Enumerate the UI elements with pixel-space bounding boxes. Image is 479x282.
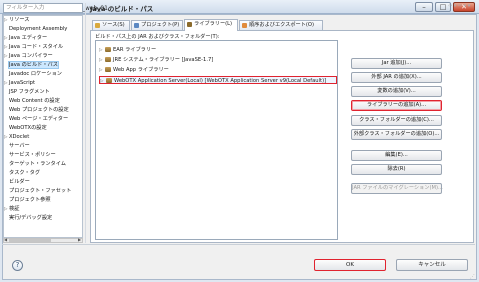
tree-item[interactable]: サービス・ポリシー xyxy=(4,151,82,159)
library-icon xyxy=(105,67,111,72)
tree-item[interactable]: ▷ Java コード・スタイル xyxy=(4,43,82,51)
source-folder-icon xyxy=(95,23,100,28)
migrate-jar-button[interactable]: JAR ファイルのマイグレーション(M)... xyxy=(351,183,443,194)
tree-item[interactable]: Deployment Assembly xyxy=(4,25,82,33)
add-jars-button[interactable]: Jar 追加(J)... xyxy=(351,58,442,69)
project-icon xyxy=(134,23,139,28)
tree-item[interactable]: ▷ XDoclet xyxy=(4,133,82,141)
library-icon xyxy=(106,78,112,83)
cancel-button[interactable]: キャンセル xyxy=(396,259,468,271)
footer-divider xyxy=(2,244,475,245)
tree-item[interactable]: ビルダー xyxy=(4,178,82,186)
libraries-label: ビルド・パス上の JAR およびクラス・フォルダー(T): xyxy=(95,34,220,40)
order-export-icon xyxy=(242,23,247,28)
library-item[interactable]: ▷ EAR ライブラリー xyxy=(99,46,337,54)
library-item-webotx[interactable]: ▷ WebOTX Application Server(Local) [WebOT… xyxy=(99,76,337,84)
tree-item[interactable]: ▷ JavaScript xyxy=(4,79,82,87)
library-icon xyxy=(187,22,192,27)
resize-grip-icon[interactable]: ⋰ xyxy=(470,274,475,280)
ok-button[interactable]: OK xyxy=(314,259,386,271)
tree-item[interactable]: ▷ Java エディター xyxy=(4,34,82,42)
add-variable-button[interactable]: 変数の追加(V)... xyxy=(351,86,442,97)
tree-item-java-build-path[interactable]: Java のビルド・パス xyxy=(4,61,82,69)
scroll-right-icon[interactable]: ▶ xyxy=(78,237,81,242)
scroll-left-icon[interactable]: ◀ xyxy=(4,237,7,242)
tab-source[interactable]: ソース(S) xyxy=(92,20,130,30)
library-item[interactable]: ▷ JRE システム・ライブラリー [JavaSE-1.7] xyxy=(99,56,337,64)
tree-item[interactable]: ターゲット・ランタイム xyxy=(4,160,82,168)
history-nav-icons[interactable]: ⇦ ▾ ⇨ ▾ ▾ xyxy=(448,3,470,9)
remove-button[interactable]: 除去(R) xyxy=(351,164,442,175)
library-icon xyxy=(105,47,111,52)
tree-item[interactable]: 実行/デバッグ設定 xyxy=(4,214,82,222)
tree-item[interactable]: Web Content の設定 xyxy=(4,97,82,105)
tree-item[interactable]: Web プロジェクトの設定 xyxy=(4,106,82,114)
tree-item[interactable]: JSP フラグメント xyxy=(4,88,82,96)
tree-item[interactable]: プロジェクト参照 xyxy=(4,196,82,204)
tree-item[interactable]: Web ページ・エディター xyxy=(4,115,82,123)
tree-item[interactable]: タスク・タグ xyxy=(4,169,82,177)
help-button[interactable]: ? xyxy=(12,260,23,271)
tree-item[interactable]: ▷ リソース xyxy=(4,16,82,24)
tab-order-export[interactable]: 順序およびエクスポート(O) xyxy=(239,20,323,30)
library-item[interactable]: ▷ Web App ライブラリー xyxy=(99,66,337,74)
page-title: Java のビルド・パス xyxy=(90,5,154,13)
libraries-tree: ▷ EAR ライブラリー ▷ JRE システム・ライブラリー [JavaSE-1.7… xyxy=(95,40,338,240)
splitter[interactable] xyxy=(85,3,86,243)
tree-item[interactable]: ▷ Java コンパイラー xyxy=(4,52,82,60)
property-tree: ▷ リソース Deployment Assembly ▷ Java エディター ▷ J… xyxy=(3,15,83,238)
add-library-button[interactable]: ライブラリーの追加(A)... xyxy=(351,100,442,111)
tree-item[interactable]: プロジェクト・ファセット xyxy=(4,187,82,195)
add-class-folder-button[interactable]: クラス・フォルダーの追加(C)... xyxy=(351,115,442,126)
minimize-button[interactable]: – xyxy=(415,2,433,12)
library-icon xyxy=(105,57,111,62)
tree-horizontal-scrollbar[interactable]: ◀ ▶ xyxy=(3,237,83,243)
edit-button[interactable]: 編集(E)... xyxy=(351,150,442,161)
tree-item[interactable]: WebOTXの設定 xyxy=(4,124,82,132)
filter-input[interactable]: フィルター入力 xyxy=(3,3,83,13)
add-external-jars-button[interactable]: 外部 JAR の追加(X)... xyxy=(351,72,442,83)
tab-projects[interactable]: プロジェクト(P) xyxy=(131,20,183,30)
scrollbar-thumb[interactable] xyxy=(9,239,51,242)
tree-item[interactable]: サーバー xyxy=(4,142,82,150)
tree-item[interactable]: ▷ 検証 xyxy=(4,205,82,213)
add-external-class-folder-button[interactable]: 外部クラス・フォルダーの追加(O)... xyxy=(351,129,442,140)
tree-item[interactable]: Javadoc ロケーション xyxy=(4,70,82,78)
tab-libraries[interactable]: ライブラリー(L) xyxy=(184,19,238,31)
